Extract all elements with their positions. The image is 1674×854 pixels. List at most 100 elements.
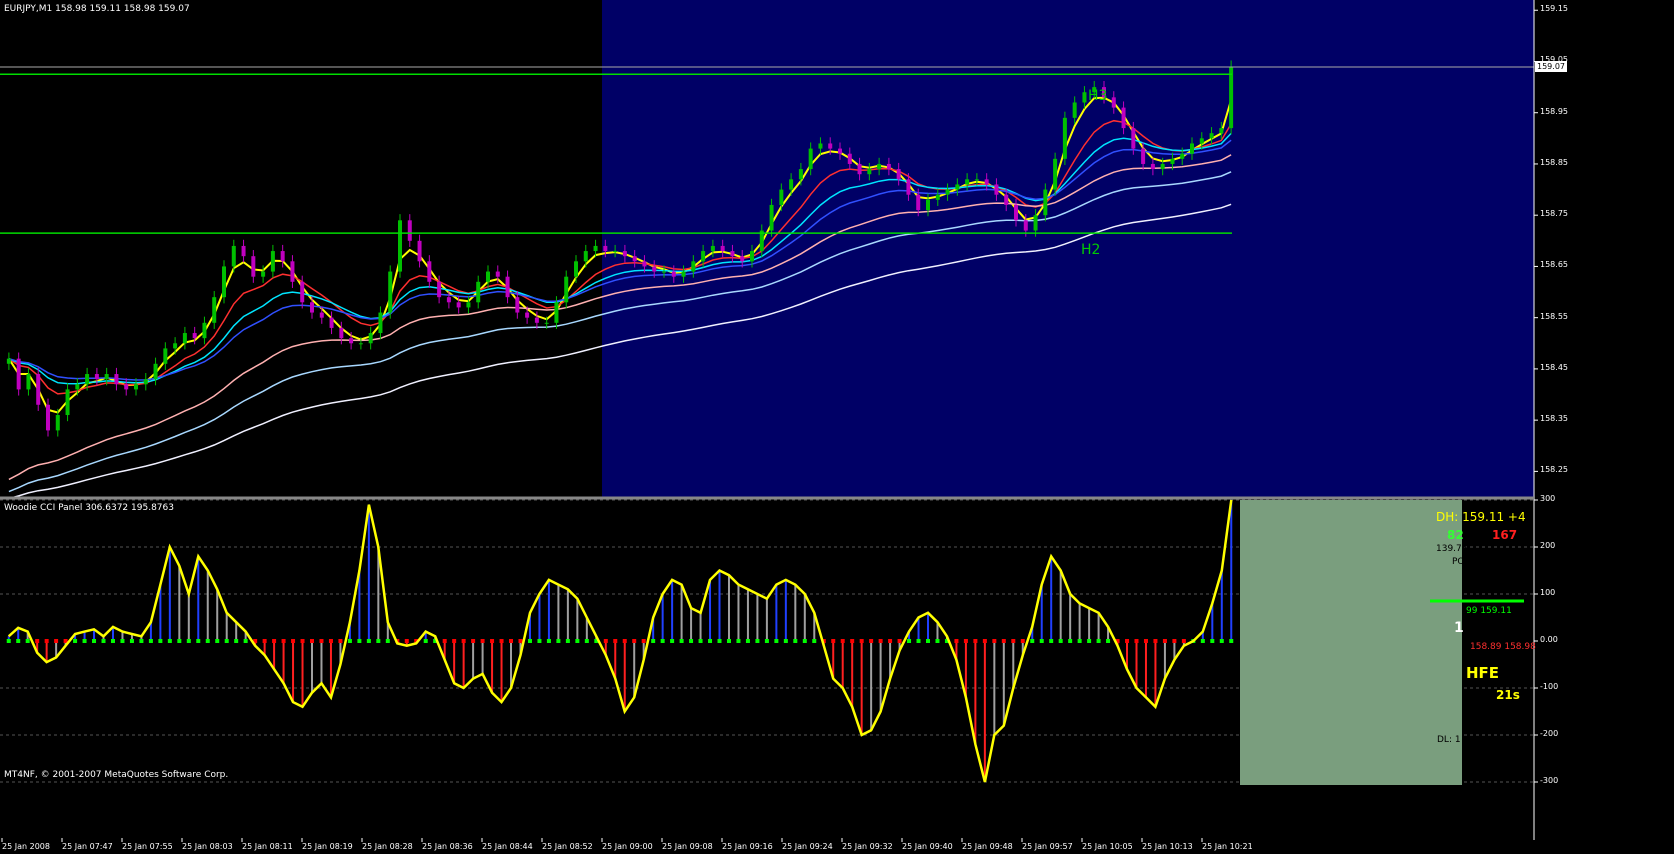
candle-body	[818, 143, 823, 149]
cci-zero-dot	[651, 639, 656, 643]
cci-zero-dot	[1011, 639, 1016, 643]
candle-body	[994, 184, 999, 195]
cci-zero-dot	[54, 639, 59, 643]
cci-zero-dot	[926, 639, 930, 643]
candle-body	[808, 148, 813, 170]
candle-body	[417, 240, 422, 262]
cci-zero-dot	[1049, 639, 1054, 643]
cci-zero-dot	[1039, 639, 1044, 643]
candle-body	[554, 302, 559, 323]
candle-body	[710, 245, 715, 252]
time-tick-label: 25 Jan 09:57	[1022, 842, 1073, 851]
cci-zero-dot	[281, 639, 286, 643]
cci-zero-dot	[907, 639, 912, 643]
cci-zero-dot	[25, 639, 30, 643]
cci-zero-dot	[186, 639, 191, 643]
time-tick-label: 25 Jan 09:00	[602, 842, 653, 851]
candle-body	[671, 271, 676, 277]
price-chart[interactable]	[0, 0, 1674, 854]
candle-body	[261, 271, 266, 277]
cci-zero-dot	[546, 639, 551, 643]
candle-body	[456, 302, 461, 308]
candle-body	[1141, 148, 1146, 164]
cci-tick-label: -200	[1540, 729, 1559, 738]
candle-body	[182, 333, 187, 344]
time-tick-label: 25 Jan 09:24	[782, 842, 833, 851]
cci-zero-dot	[1153, 639, 1158, 643]
cci-zero-dot	[357, 639, 362, 643]
candle-body	[750, 251, 754, 262]
cci-zero-dot	[499, 639, 504, 643]
cci-tick-label: -100	[1540, 682, 1559, 691]
cci-zero-dot	[385, 639, 390, 643]
candle-body	[36, 374, 41, 405]
candle-body	[877, 163, 882, 170]
cci-zero-dot	[736, 639, 741, 643]
candle-body	[46, 404, 50, 431]
time-tick-label: 25 Jan 07:55	[122, 842, 173, 851]
candle-body	[143, 379, 148, 385]
cci-zero-dot	[774, 639, 779, 643]
candle-body	[867, 169, 872, 175]
candle-body	[476, 281, 481, 303]
time-tick-label: 25 Jan 10:13	[1142, 842, 1193, 851]
cci-zero-dot	[148, 639, 153, 643]
candle-body	[1170, 158, 1175, 164]
candle-body	[886, 163, 891, 170]
cci-zero-dot	[717, 639, 722, 643]
cci-zero-dot	[1001, 639, 1006, 643]
cci-zero-dot	[452, 639, 457, 643]
cci-zero-dot	[338, 639, 343, 643]
cci-zero-dot	[92, 639, 97, 643]
candle-body	[270, 251, 275, 272]
mt4-chart-window[interactable]: EURJPY,M1 158.98 159.11 158.98 159.07 Wo…	[0, 0, 1674, 854]
candle-body	[163, 348, 168, 364]
time-tick-label: 25 Jan 08:52	[542, 842, 593, 851]
candle-body	[701, 251, 706, 262]
panel-row-red: 158.89 158.98	[1470, 642, 1536, 652]
cci-zero-dot	[878, 639, 883, 643]
cci-zero-dot	[461, 639, 466, 643]
cci-zero-dot	[44, 639, 49, 643]
cci-zero-dot	[622, 639, 627, 643]
candle-body	[212, 297, 217, 323]
cci-zero-dot	[641, 639, 646, 643]
time-tick-label: 25 Jan 10:21	[1202, 842, 1253, 851]
candle-body	[681, 271, 686, 277]
candle-body	[1209, 133, 1214, 139]
candle-body	[583, 251, 588, 262]
candle-body	[6, 358, 11, 364]
candle-body	[838, 148, 842, 154]
cci-zero-dot	[982, 639, 987, 643]
candle-body	[906, 179, 911, 195]
cci-zero-dot	[215, 639, 220, 643]
cci-zero-dot	[518, 639, 523, 643]
candle-body	[916, 194, 921, 211]
panel-one: 1	[1454, 620, 1464, 636]
cci-zero-dot	[575, 639, 580, 643]
candle-body	[622, 251, 627, 257]
candle-body	[1033, 215, 1038, 231]
candle-body	[945, 189, 950, 195]
cci-zero-dot	[509, 639, 514, 643]
time-tick-label: 25 Jan 08:03	[182, 842, 233, 851]
cci-zero-dot	[584, 639, 589, 643]
cci-zero-dot	[471, 639, 476, 643]
cci-zero-dot	[954, 639, 959, 643]
cci-zero-dot	[1229, 639, 1234, 643]
cci-zero-dot	[167, 639, 172, 643]
cci-zero-dot	[698, 639, 703, 643]
cci-zero-dot	[1058, 639, 1063, 643]
cci-zero-dot	[1219, 639, 1224, 643]
candle-body	[632, 256, 637, 262]
candle-body	[730, 251, 735, 257]
price-tick-label: 158.65	[1540, 260, 1568, 270]
candle-body	[290, 261, 295, 282]
candle-body	[437, 281, 442, 298]
cci-zero-dot	[1210, 639, 1215, 643]
cci-zero-dot	[1125, 639, 1130, 643]
cci-tick-label: 0.00	[1540, 635, 1558, 644]
time-tick-label: 25 Jan 10:05	[1082, 842, 1133, 851]
h3-label: H3	[1088, 88, 1108, 104]
cci-zero-dot	[793, 639, 798, 643]
